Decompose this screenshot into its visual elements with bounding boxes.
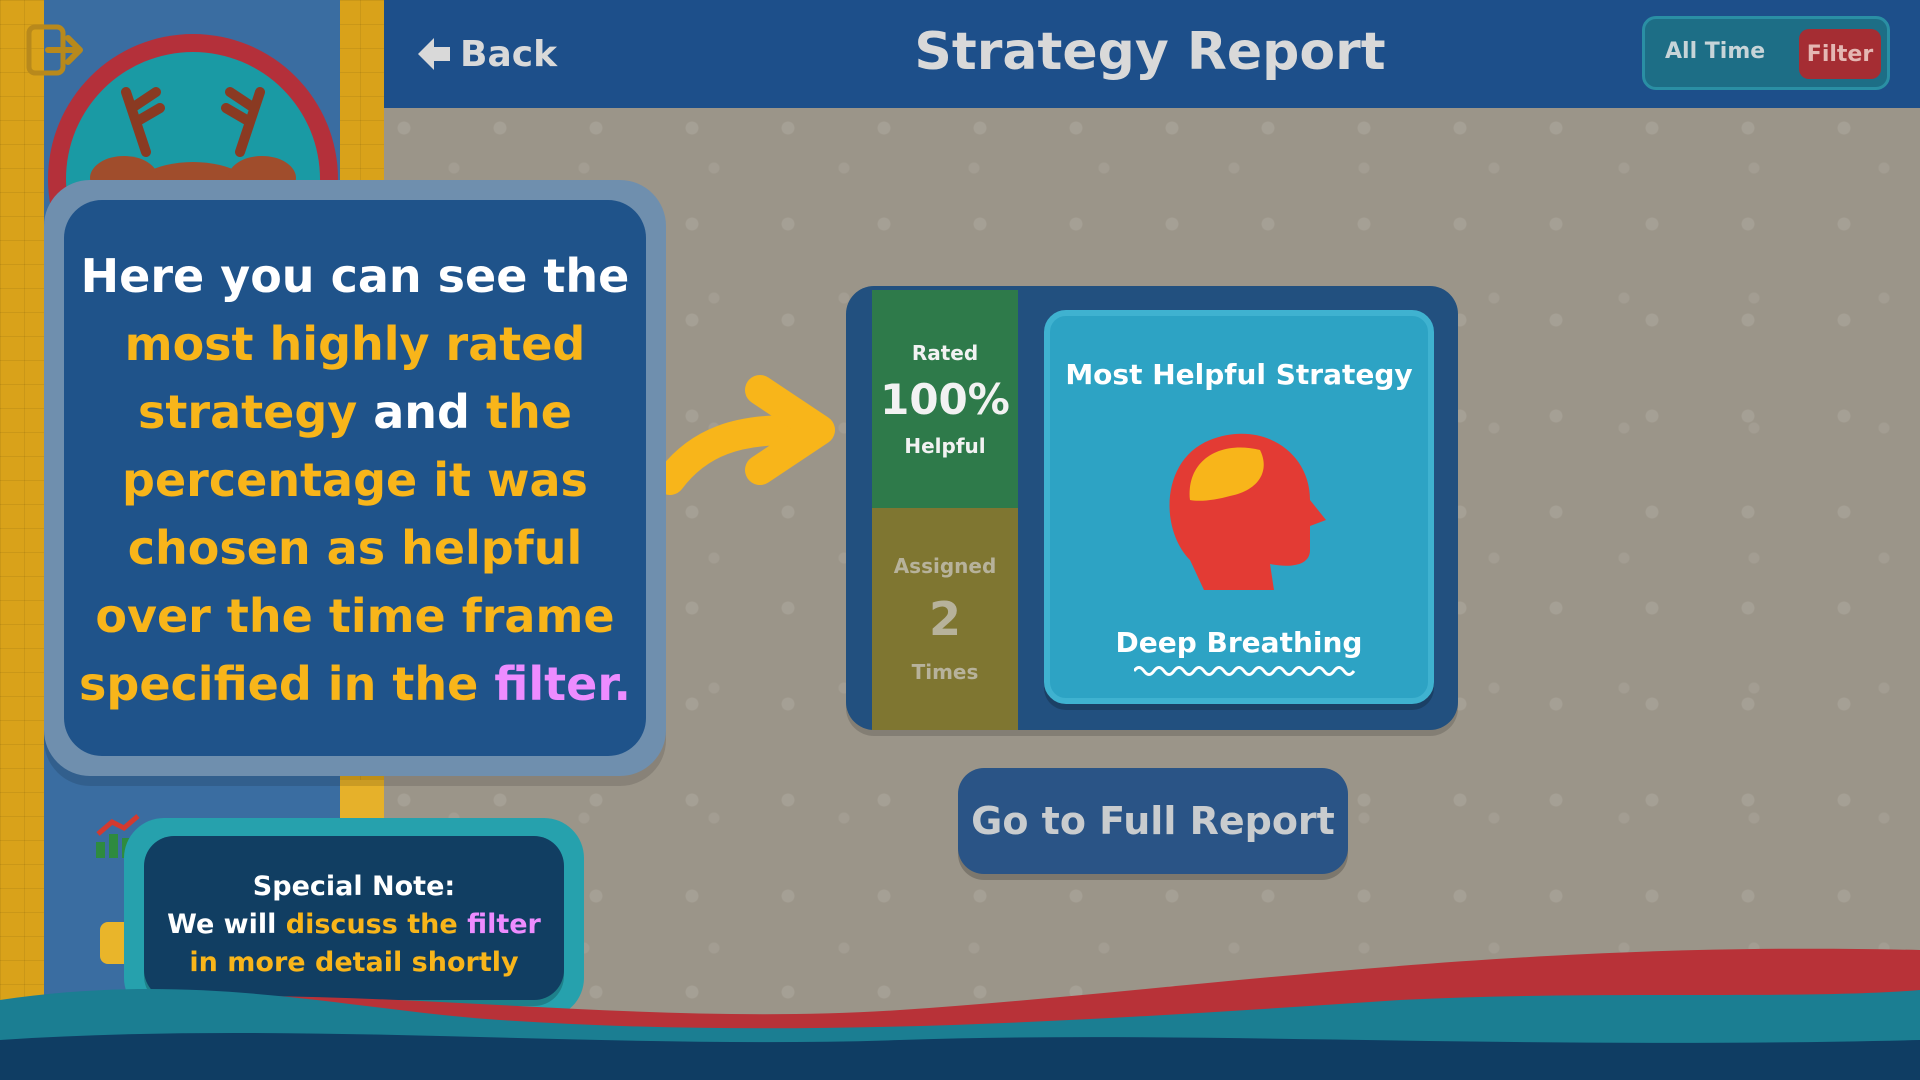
tutorial-text-part1: Here you can see the xyxy=(80,249,630,303)
timeframe-selector[interactable]: All Time Filter xyxy=(1642,16,1890,90)
rated-label: Rated xyxy=(911,340,979,365)
strategy-tile[interactable]: Most Helpful Strategy Deep Breathing xyxy=(1044,310,1434,704)
tile-heading: Most Helpful Strategy xyxy=(1065,358,1413,391)
pointer-arrow-icon xyxy=(660,375,835,495)
assigned-panel: Assigned 2 Times xyxy=(872,508,1018,730)
times-label: Times xyxy=(911,660,979,684)
full-report-button[interactable]: Go to Full Report xyxy=(958,768,1348,874)
back-label: Back xyxy=(460,33,558,75)
page-title: Strategy Report xyxy=(914,22,1386,82)
back-button[interactable]: Back xyxy=(414,28,557,80)
assigned-label: Assigned xyxy=(893,554,997,578)
timeframe-label: All Time xyxy=(1665,39,1766,64)
helpful-label: Helpful xyxy=(904,433,986,458)
head-icon xyxy=(1169,433,1326,590)
tutorial-text-part5: filter. xyxy=(494,657,631,711)
special-note-title: Special Note: xyxy=(252,871,456,902)
filter-button[interactable]: Filter xyxy=(1799,29,1881,79)
assigned-value: 2 xyxy=(928,592,961,646)
rated-value: 100% xyxy=(880,374,1010,424)
back-arrow-icon xyxy=(418,38,450,70)
tutorial-text-part3: and xyxy=(373,385,470,439)
wave-decoration xyxy=(0,948,1920,1080)
exit-icon[interactable] xyxy=(26,24,84,76)
strategy-name: Deep Breathing xyxy=(1115,626,1363,659)
sidebar-edge xyxy=(340,780,384,820)
underline-squiggle xyxy=(1134,666,1356,676)
tutorial-text: Here you can see the most highly rated s… xyxy=(64,242,646,718)
rated-panel: Rated 100% Helpful xyxy=(872,290,1018,508)
